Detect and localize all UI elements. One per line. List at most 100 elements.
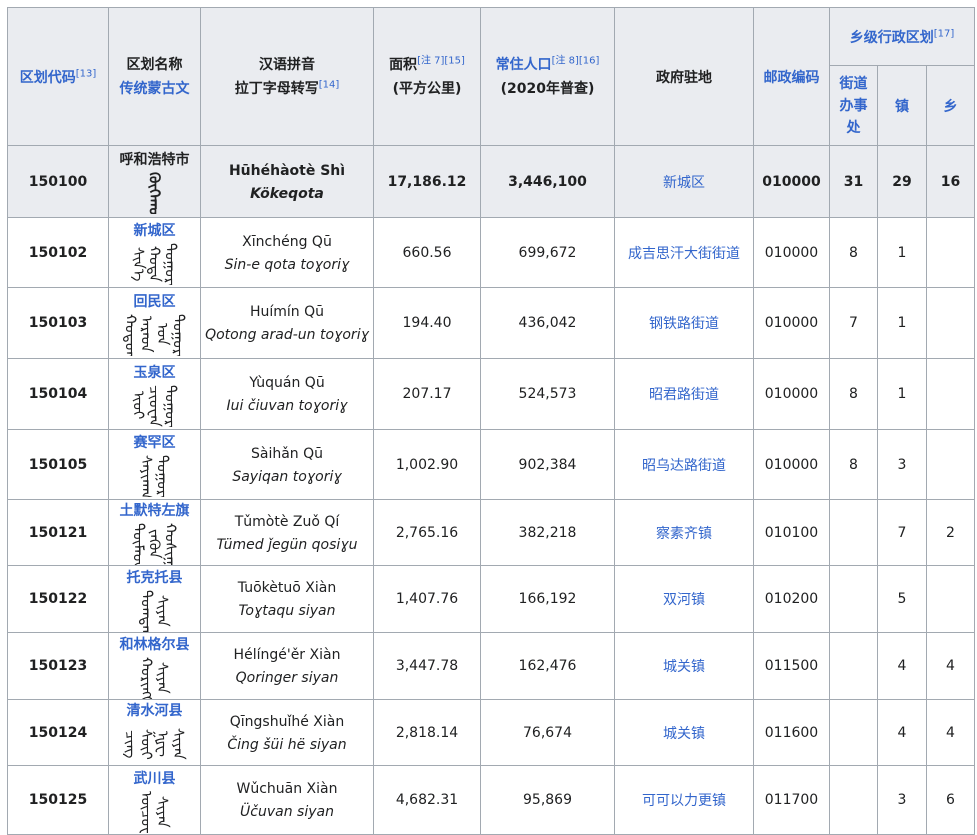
- seat-link[interactable]: 可可以力更镇: [642, 793, 726, 809]
- jd-count: 7: [829, 287, 878, 359]
- table-row: 150105 赛罕区 ᠰᠠᠶᠢᠬᠠᠨ ᠲᠣᠭᠣᠷᠢᠭ Sàihǎn Qū Sayiq…: [7, 429, 975, 500]
- note-8[interactable]: [注 8]: [552, 55, 579, 66]
- note-7[interactable]: [注 7]: [417, 55, 444, 66]
- header-pop-link[interactable]: 常住人口: [496, 57, 552, 73]
- header-pinyin-label: 汉语拼音: [259, 56, 315, 73]
- district-name-cell: 托克托县 ᠲᠣᠭᠲᠠᠬᠤ ᠰᠢᠶᠠᠨ: [108, 565, 201, 633]
- district-name-cell: 新城区 ᠰᠢᠨ᠎ᠡ ᠬᠣᠲᠠ ᠲᠣᠭᠣᠷᠢᠭ: [108, 217, 201, 288]
- table-body: 150100 呼和浩特市 ᠬᠥᠬᠡᠬᠣᠲᠠ Hūhéhàotè Shì Kökeqo…: [7, 145, 975, 835]
- district-name-link[interactable]: 武川县: [134, 771, 176, 787]
- district-name-link[interactable]: 玉泉区: [134, 365, 176, 381]
- postal-cell: 010100: [753, 499, 830, 566]
- seat-link[interactable]: 城关镇: [663, 659, 705, 675]
- seat-link[interactable]: 昭君路街道: [649, 387, 719, 403]
- seat-link[interactable]: 新城区: [663, 175, 705, 191]
- latin-transcription: Sin-e qota toɣoriɣ: [224, 256, 350, 273]
- population-cell: 162,476: [480, 632, 615, 700]
- header-row-1: 区划代码[13] 区划名称 传统蒙古文 汉语拼音 拉丁字母转写[14] 面积[注…: [7, 7, 975, 146]
- district-code: 150100: [7, 145, 109, 218]
- jd-count: 31: [829, 145, 878, 218]
- header-code-link[interactable]: 区划代码: [20, 70, 76, 86]
- header-postal[interactable]: 邮政编码: [753, 7, 830, 146]
- mongol-script: ᠰᠠᠶᠢᠬᠠᠨ ᠲᠣᠭᠣᠷᠢᠭ: [138, 455, 171, 497]
- seat-link[interactable]: 双河镇: [663, 592, 705, 608]
- pinyin-cell: Tǔmòtè Zuǒ Qí Tümed ǰegün qosiɣu: [200, 499, 374, 566]
- mongol-script: ᠰᠢᠨ᠎ᠡ ᠬᠣᠲᠠ ᠲᠣᠭᠣᠷᠢᠭ: [130, 243, 179, 285]
- header-jd[interactable]: 街道 办事处: [829, 65, 878, 146]
- table-row: 150102 新城区 ᠰᠢᠨ᠎ᠡ ᠬᠣᠲᠠ ᠲᠣᠭᠣᠷᠢᠭ Xīnchéng Qū…: [7, 217, 975, 288]
- table-row: 150125 武川县 ᠦᠴᠤᠸᠠᠨ ᠰᠢᠶᠠᠨ Wǔchuān Xiàn Üčuva…: [7, 765, 975, 835]
- header-jd-link[interactable]: 街道 办事处: [834, 73, 873, 139]
- header-mongol-link[interactable]: 传统蒙古文: [113, 77, 196, 101]
- area-cell: 4,682.31: [373, 765, 481, 835]
- ref-13[interactable]: [13]: [76, 68, 97, 79]
- pinyin-cell: Huímín Qū Qotong arad-un toɣoriɣ: [200, 287, 374, 359]
- district-name-cell: 玉泉区 ᠢᠦᠢ ᠴᠢᠤᠸᠠᠨ ᠲᠣᠭᠣᠷᠢᠭ: [108, 358, 201, 430]
- district-name-link[interactable]: 回民区: [134, 294, 176, 310]
- header-seat: 政府驻地: [614, 7, 754, 146]
- area-cell: 207.17: [373, 358, 481, 430]
- header-postal-link[interactable]: 邮政编码: [764, 70, 820, 86]
- header-name-label: 区划名称: [126, 56, 183, 73]
- header-xiang[interactable]: 乡: [926, 65, 975, 146]
- district-name-cell: 土默特左旗 ᠲᠦᠮᠡᠳ ᠵᠡᠭᠦᠨ ᠬᠣᠰᠢᠭᠤ: [108, 499, 201, 566]
- table-row: 150122 托克托县 ᠲᠣᠭᠲᠠᠬᠤ ᠰᠢᠶᠠᠨ Tuōkètuō Xiàn To…: [7, 565, 975, 633]
- header-pop-sub: (2020年普查): [500, 80, 595, 97]
- population-cell: 95,869: [480, 765, 615, 835]
- district-name-cell: 呼和浩特市 ᠬᠥᠬᠡᠬᠣᠲᠠ: [108, 145, 201, 218]
- header-zhen[interactable]: 镇: [877, 65, 927, 146]
- latin-transcription: Tümed ǰegün qosiɣu: [216, 536, 358, 553]
- header-zhen-link[interactable]: 镇: [895, 99, 909, 115]
- postal-cell: 010000: [753, 145, 830, 218]
- district-code: 150103: [7, 287, 109, 359]
- header-code[interactable]: 区划代码[13]: [7, 7, 109, 146]
- ref-17[interactable]: [17]: [934, 28, 955, 39]
- area-cell: 2,765.16: [373, 499, 481, 566]
- pinyin-cell: Sàihǎn Qū Sayiqan toɣoriɣ: [200, 429, 374, 500]
- area-cell: 1,407.76: [373, 565, 481, 633]
- latin-transcription: Toɣtaqu siyan: [238, 603, 336, 619]
- postal-cell: 010000: [753, 287, 830, 359]
- xiang-count: 2: [926, 499, 975, 566]
- jd-count: [829, 632, 878, 700]
- pinyin: Hūhéhàotè Shì: [228, 162, 346, 179]
- xiang-count: 6: [926, 765, 975, 835]
- district-name-link[interactable]: 土默特左旗: [120, 503, 190, 519]
- seat-link[interactable]: 成吉思汗大街街道: [628, 246, 740, 262]
- postal-cell: 011600: [753, 699, 830, 766]
- ref-14[interactable]: [14]: [319, 79, 340, 90]
- header-township: 乡级行政区划[17]: [829, 7, 975, 66]
- xiang-count: [926, 287, 975, 359]
- seat-link[interactable]: 察素齐镇: [656, 526, 712, 542]
- header-township-link[interactable]: 乡级行政区划: [850, 30, 934, 46]
- district-name-link[interactable]: 和林格尔县: [120, 637, 190, 653]
- population-cell: 3,446,100: [480, 145, 615, 218]
- jd-count: [829, 499, 878, 566]
- table-row: 150121 土默特左旗 ᠲᠦᠮᠡᠳ ᠵᠡᠭᠦᠨ ᠬᠣᠰᠢᠭᠤ Tǔmòtè Zu…: [7, 499, 975, 566]
- district-code: 150122: [7, 565, 109, 633]
- seat-link[interactable]: 钢铁路街道: [649, 316, 719, 332]
- ref-16[interactable]: [16]: [579, 55, 600, 66]
- header-pop: 常住人口[注 8][16] (2020年普查): [480, 7, 615, 146]
- seat-link[interactable]: 城关镇: [663, 726, 705, 742]
- header-xiang-link[interactable]: 乡: [944, 99, 958, 115]
- pinyin: Xīnchéng Qū: [242, 233, 332, 250]
- district-name-link[interactable]: 托克托县: [127, 570, 183, 586]
- district-name-link[interactable]: 清水河县: [127, 703, 183, 719]
- district-name-link[interactable]: 赛罕区: [134, 435, 176, 451]
- population-cell: 902,384: [480, 429, 615, 500]
- district-code: 150105: [7, 429, 109, 500]
- area-cell: 3,447.78: [373, 632, 481, 700]
- jd-count: 8: [829, 358, 878, 430]
- district-name-cell: 回民区 ᠬᠣᠲᠣᠩ ᠠᠷᠠᠳ ᠤᠨ ᠲᠣᠭᠣᠷᠢᠭ: [108, 287, 201, 359]
- postal-cell: 011700: [753, 765, 830, 835]
- mongol-script: ᠬᠣᠲᠣᠩ ᠠᠷᠠᠳ ᠤᠨ ᠲᠣᠭᠣᠷᠢᠭ: [122, 313, 187, 356]
- zhen-count: 1: [877, 287, 927, 359]
- zhen-count: 7: [877, 499, 927, 566]
- pinyin-cell: Xīnchéng Qū Sin-e qota toɣoriɣ: [200, 217, 374, 288]
- district-name-link[interactable]: 新城区: [134, 223, 176, 239]
- seat-link[interactable]: 昭乌达路街道: [642, 458, 726, 474]
- zhen-count: 4: [877, 632, 927, 700]
- ref-15[interactable]: [15]: [444, 55, 465, 66]
- jd-count: 8: [829, 217, 878, 288]
